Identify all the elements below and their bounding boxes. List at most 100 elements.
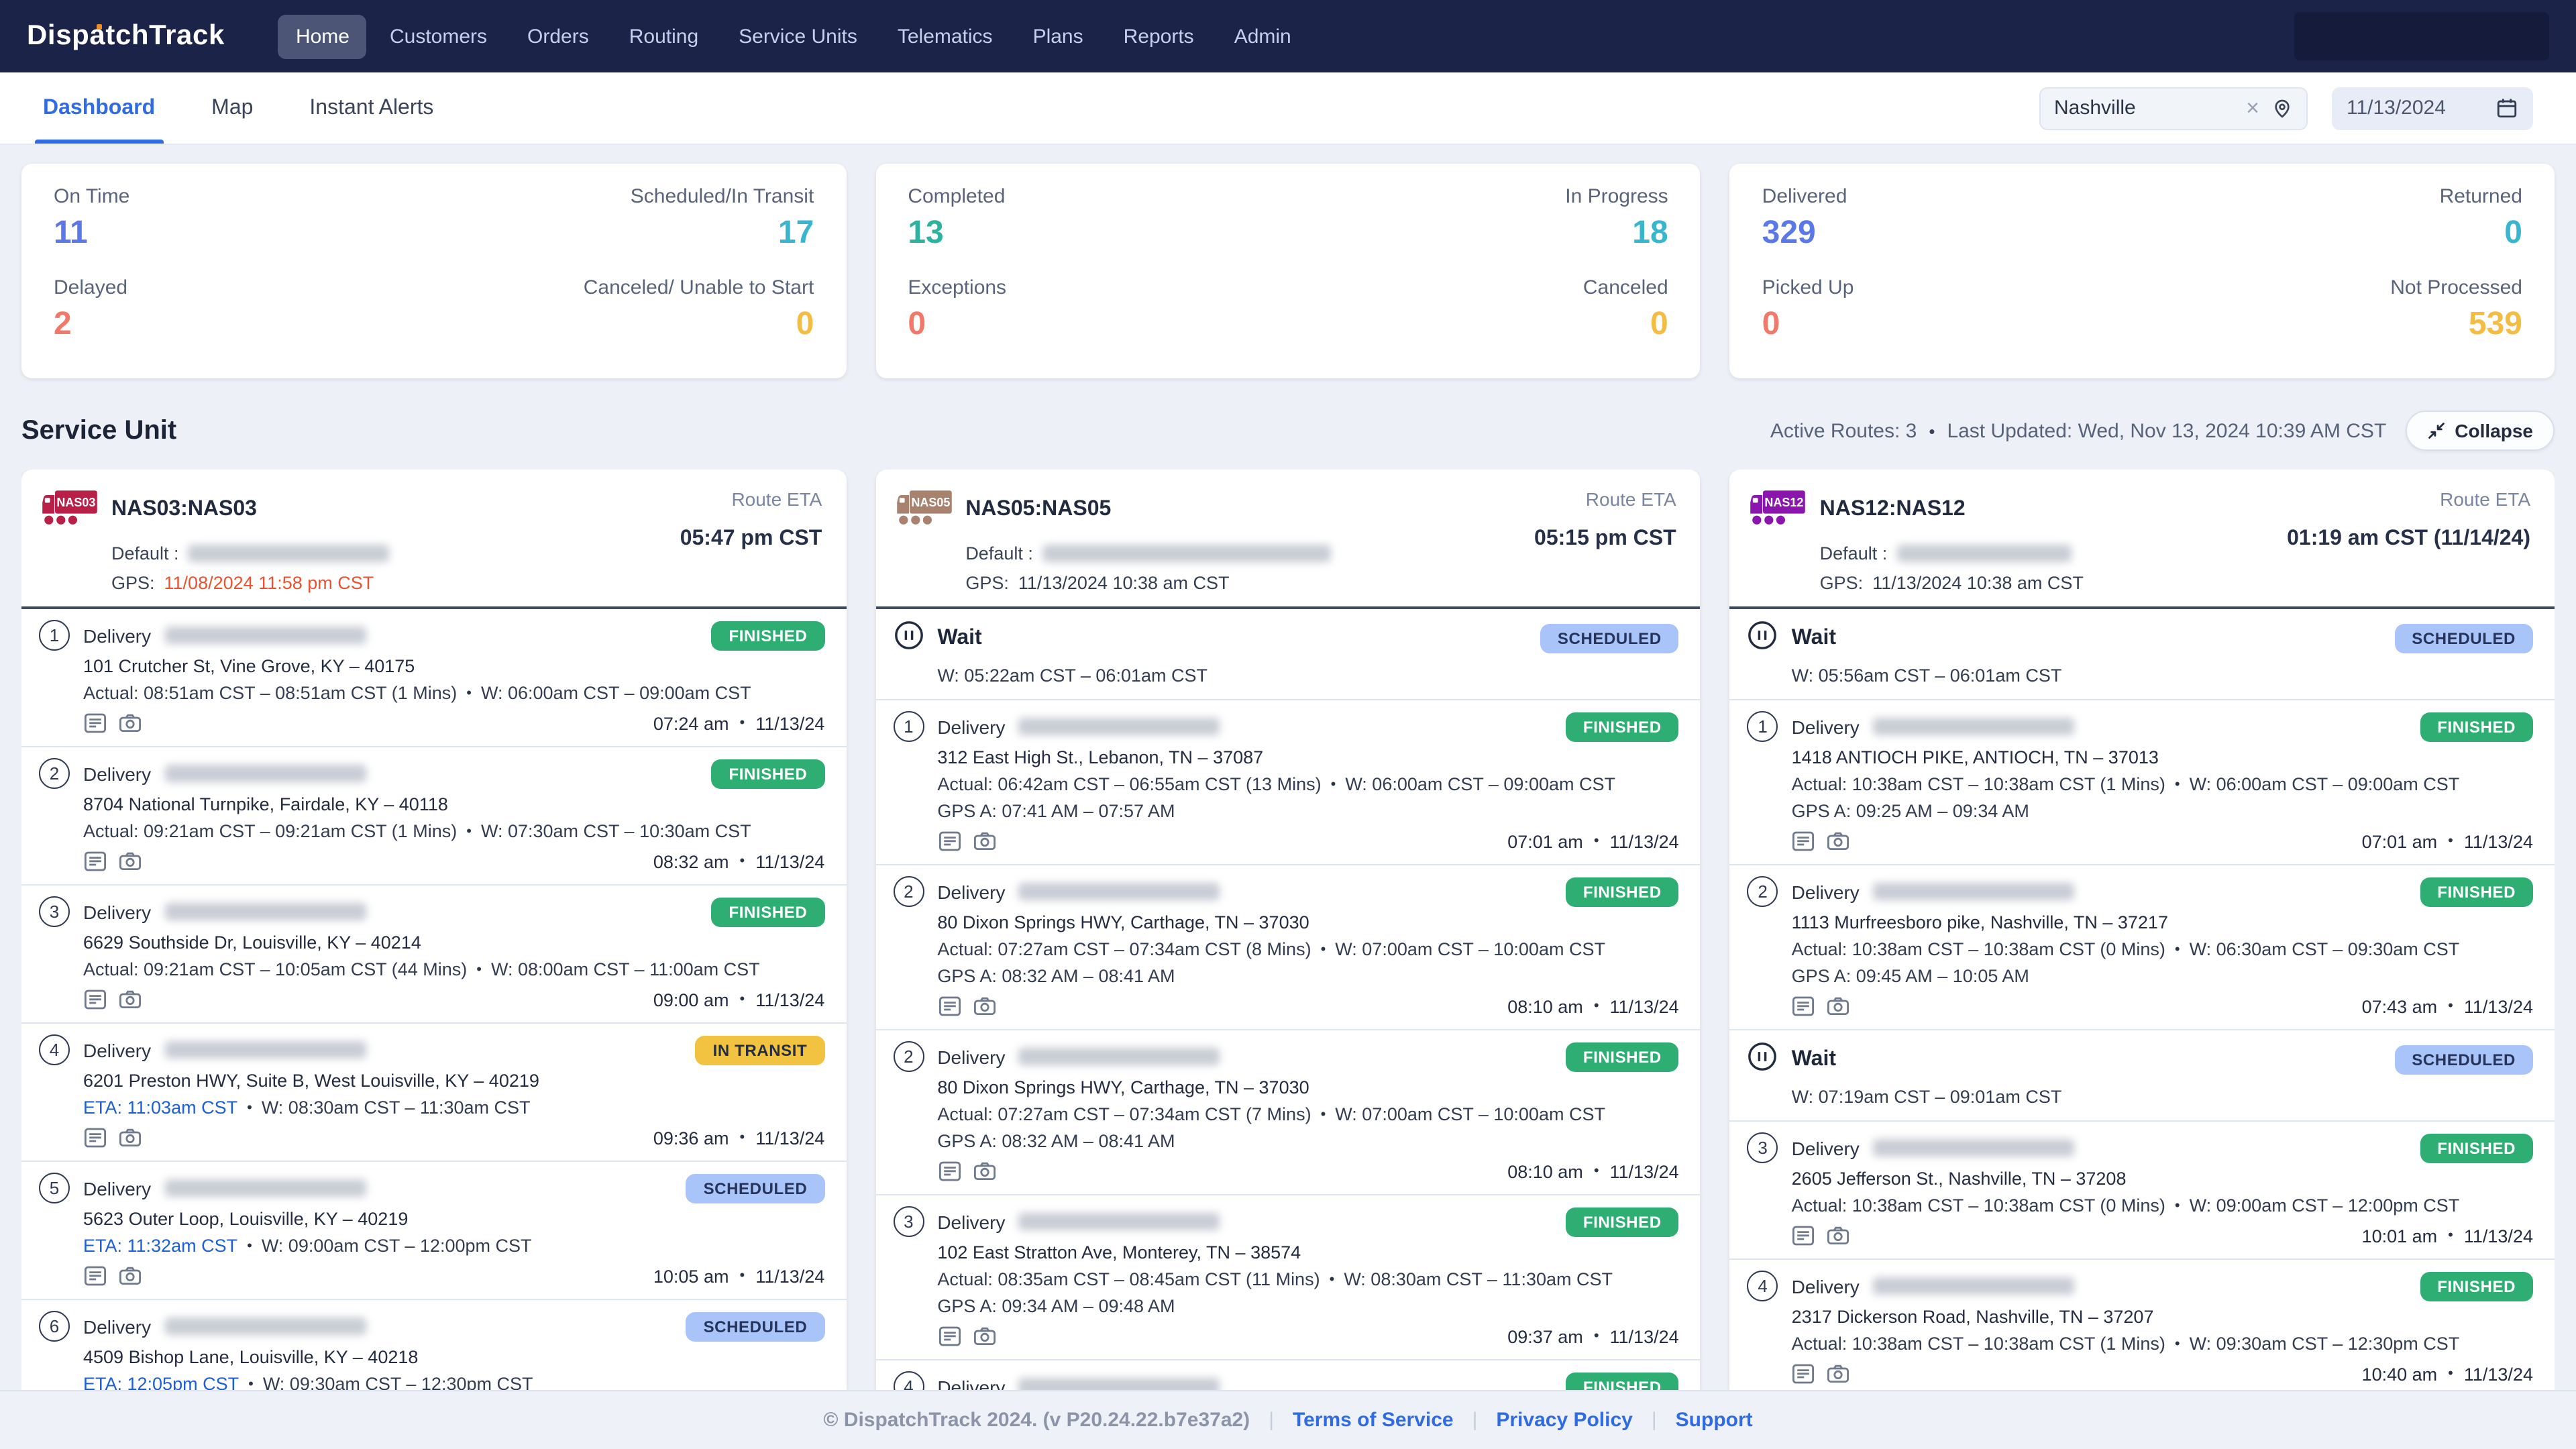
stop-title-row: WaitSCHEDULED: [1748, 1041, 2533, 1079]
notes-icon[interactable]: [83, 711, 107, 735]
wait-pause-icon-wrap: [893, 620, 924, 657]
camera-icon[interactable]: [118, 711, 142, 735]
customer-name-redacted: [1873, 1139, 2074, 1157]
stop-actual: Actual: 10:38am CST – 10:38am CST (1 Min…: [1792, 774, 2165, 794]
nav-item-plans[interactable]: Plans: [1016, 14, 1101, 58]
stop-actual: Actual: 07:27am CST – 07:34am CST (8 Min…: [937, 939, 1311, 959]
camera-icon[interactable]: [118, 987, 142, 1012]
camera-icon[interactable]: [972, 994, 996, 1018]
status-badge: IN TRANSIT: [696, 1035, 825, 1065]
tab-map[interactable]: Map: [211, 72, 253, 144]
metric-value: 0: [908, 306, 1288, 343]
stop-time: 10:05 am: [653, 1266, 729, 1286]
nav-item-admin[interactable]: Admin: [1217, 14, 1309, 58]
camera-icon[interactable]: [118, 849, 142, 873]
nav-item-orders[interactable]: Orders: [510, 14, 606, 58]
date-filter[interactable]: 11/13/2024: [2332, 87, 2533, 129]
footer-link-terms-of-service[interactable]: Terms of Service: [1293, 1409, 1454, 1432]
tab-instant-alerts[interactable]: Instant Alerts: [309, 72, 433, 144]
notes-icon[interactable]: [937, 994, 961, 1018]
stop-time: 08:32 am: [653, 851, 729, 871]
camera-icon[interactable]: [972, 829, 996, 853]
camera-icon[interactable]: [1827, 994, 1851, 1018]
wait-window: W: 07:19am CST – 09:01am CST: [1792, 1087, 2533, 1107]
stop-actual: Actual: 10:38am CST – 10:38am CST (1 Min…: [1792, 1334, 2165, 1354]
stop-footer: 10:40 am•11/13/24: [1748, 1362, 2533, 1386]
stop-body: 80 Dixon Springs HWY, Carthage, TN – 370…: [893, 1077, 1678, 1151]
nav-item-home[interactable]: Home: [278, 14, 367, 58]
route-header: NAS03 NAS03:NAS03Default :GPS:11/08/2024…: [21, 470, 846, 609]
camera-icon[interactable]: [972, 1324, 996, 1348]
nav-item-reports[interactable]: Reports: [1106, 14, 1212, 58]
wait-item[interactable]: WaitSCHEDULED W: 07:19am CST – 09:01am CS…: [1730, 1029, 2555, 1120]
location-filter[interactable]: Nashville ×: [2039, 87, 2308, 129]
stop-number: 5: [39, 1173, 70, 1203]
stop-address: 1113 Murfreesboro pike, Nashville, TN – …: [1792, 912, 2533, 932]
stop-item[interactable]: 4DeliveryFINISHED229 Interstate Dr, Cros…: [875, 1359, 1700, 1390]
wait-item[interactable]: WaitSCHEDULEDW: 05:56am CST – 06:01am CS…: [1730, 609, 2555, 699]
stop-footer: 10:05 am•11/13/24: [39, 1264, 824, 1288]
notes-icon[interactable]: [937, 829, 961, 853]
stop-item[interactable]: 1DeliveryFINISHED101 Crutcher St, Vine G…: [21, 609, 846, 746]
stop-times-line: Actual: 10:38am CST – 10:38am CST (1 Min…: [1792, 774, 2533, 794]
nav-item-telematics[interactable]: Telematics: [880, 14, 1010, 58]
stop-actual: Actual: 09:21am CST – 10:05am CST (44 Mi…: [83, 959, 467, 979]
stop-item[interactable]: 4DeliveryIN TRANSIT6201 Preston HWY, Sui…: [21, 1022, 846, 1161]
stop-item[interactable]: 5DeliverySCHEDULED5623 Outer Loop, Louis…: [21, 1161, 846, 1299]
camera-icon[interactable]: [1827, 1362, 1851, 1386]
brand-logo[interactable]: DispatchTrack: [27, 20, 225, 52]
metric-not-processed: Not Processed539: [2142, 276, 2522, 343]
notes-icon[interactable]: [937, 1324, 961, 1348]
nav-item-routing[interactable]: Routing: [612, 14, 716, 58]
driver-name-redacted: [189, 545, 390, 562]
notes-icon[interactable]: [83, 987, 107, 1012]
clear-location-icon[interactable]: ×: [2246, 97, 2259, 119]
notes-icon[interactable]: [937, 1159, 961, 1183]
camera-icon[interactable]: [1827, 829, 1851, 853]
stop-item[interactable]: 2DeliveryFINISHED1113 Murfreesboro pike,…: [1730, 864, 2555, 1029]
stop-item[interactable]: 4DeliveryFINISHED2317 Dickerson Road, Na…: [1730, 1258, 2555, 1390]
notes-icon[interactable]: [1792, 829, 1816, 853]
nav-item-service-units[interactable]: Service Units: [721, 14, 875, 58]
wait-item[interactable]: WaitSCHEDULEDW: 05:22am CST – 06:01am CS…: [875, 609, 1700, 699]
stop-attachments: [83, 987, 142, 1012]
camera-icon[interactable]: [118, 1264, 142, 1288]
footer-link-privacy-policy[interactable]: Privacy Policy: [1496, 1409, 1632, 1432]
stop-date: 11/13/24: [755, 851, 824, 871]
camera-icon[interactable]: [1827, 1224, 1851, 1248]
stop-item[interactable]: 3DeliveryFINISHED2605 Jefferson St., Nas…: [1730, 1120, 2555, 1258]
stop-item[interactable]: 6DeliverySCHEDULED4509 Bishop Lane, Loui…: [21, 1299, 846, 1390]
notes-icon[interactable]: [1792, 1224, 1816, 1248]
tab-dashboard[interactable]: Dashboard: [43, 72, 155, 144]
stop-item[interactable]: 2DeliveryFINISHED80 Dixon Springs HWY, C…: [875, 1029, 1700, 1194]
camera-icon[interactable]: [118, 1126, 142, 1150]
times-dot: •: [1331, 776, 1336, 792]
times-dot: •: [1330, 1271, 1335, 1287]
notes-icon[interactable]: [1792, 994, 1816, 1018]
notes-icon[interactable]: [83, 1264, 107, 1288]
stop-item[interactable]: 3DeliveryFINISHED102 East Stratton Ave, …: [875, 1194, 1700, 1359]
stop-time: 07:01 am: [2362, 831, 2438, 851]
stop-time: 07:01 am: [1507, 831, 1583, 851]
nav-item-customers[interactable]: Customers: [372, 14, 504, 58]
stop-date: 11/13/24: [755, 1128, 824, 1148]
last-updated-text: Last Updated: Wed, Nov 13, 2024 10:39 AM…: [1947, 419, 2386, 442]
stop-time: 07:24 am: [653, 713, 729, 733]
truck-icon-wrap: NAS05: [894, 486, 953, 534]
stop-footer: 09:00 am•11/13/24: [39, 987, 824, 1012]
stop-window: W: 08:30am CST – 11:30am CST: [1344, 1269, 1613, 1289]
notes-icon[interactable]: [83, 1126, 107, 1150]
notes-icon[interactable]: [1792, 1362, 1816, 1386]
footer-link-support[interactable]: Support: [1676, 1409, 1753, 1432]
stop-item[interactable]: 2DeliveryFINISHED80 Dixon Springs HWY, C…: [875, 864, 1700, 1029]
stop-item[interactable]: 1DeliveryFINISHED312 East High St., Leba…: [875, 699, 1700, 864]
stop-item[interactable]: 2DeliveryFINISHED8704 National Turnpike,…: [21, 746, 846, 884]
camera-icon[interactable]: [972, 1159, 996, 1183]
collapse-button[interactable]: Collapse: [2405, 411, 2555, 451]
user-menu-redacted[interactable]: [2294, 12, 2549, 60]
stop-item[interactable]: 1DeliveryFINISHED1418 ANTIOCH PIKE, ANTI…: [1730, 699, 2555, 864]
route-gps-line: GPS:11/13/2024 10:38 am CST: [965, 573, 1534, 593]
notes-icon[interactable]: [83, 849, 107, 873]
date-value: 11/13/2024: [2347, 97, 2446, 119]
stop-item[interactable]: 3DeliveryFINISHED6629 Southside Dr, Loui…: [21, 884, 846, 1022]
